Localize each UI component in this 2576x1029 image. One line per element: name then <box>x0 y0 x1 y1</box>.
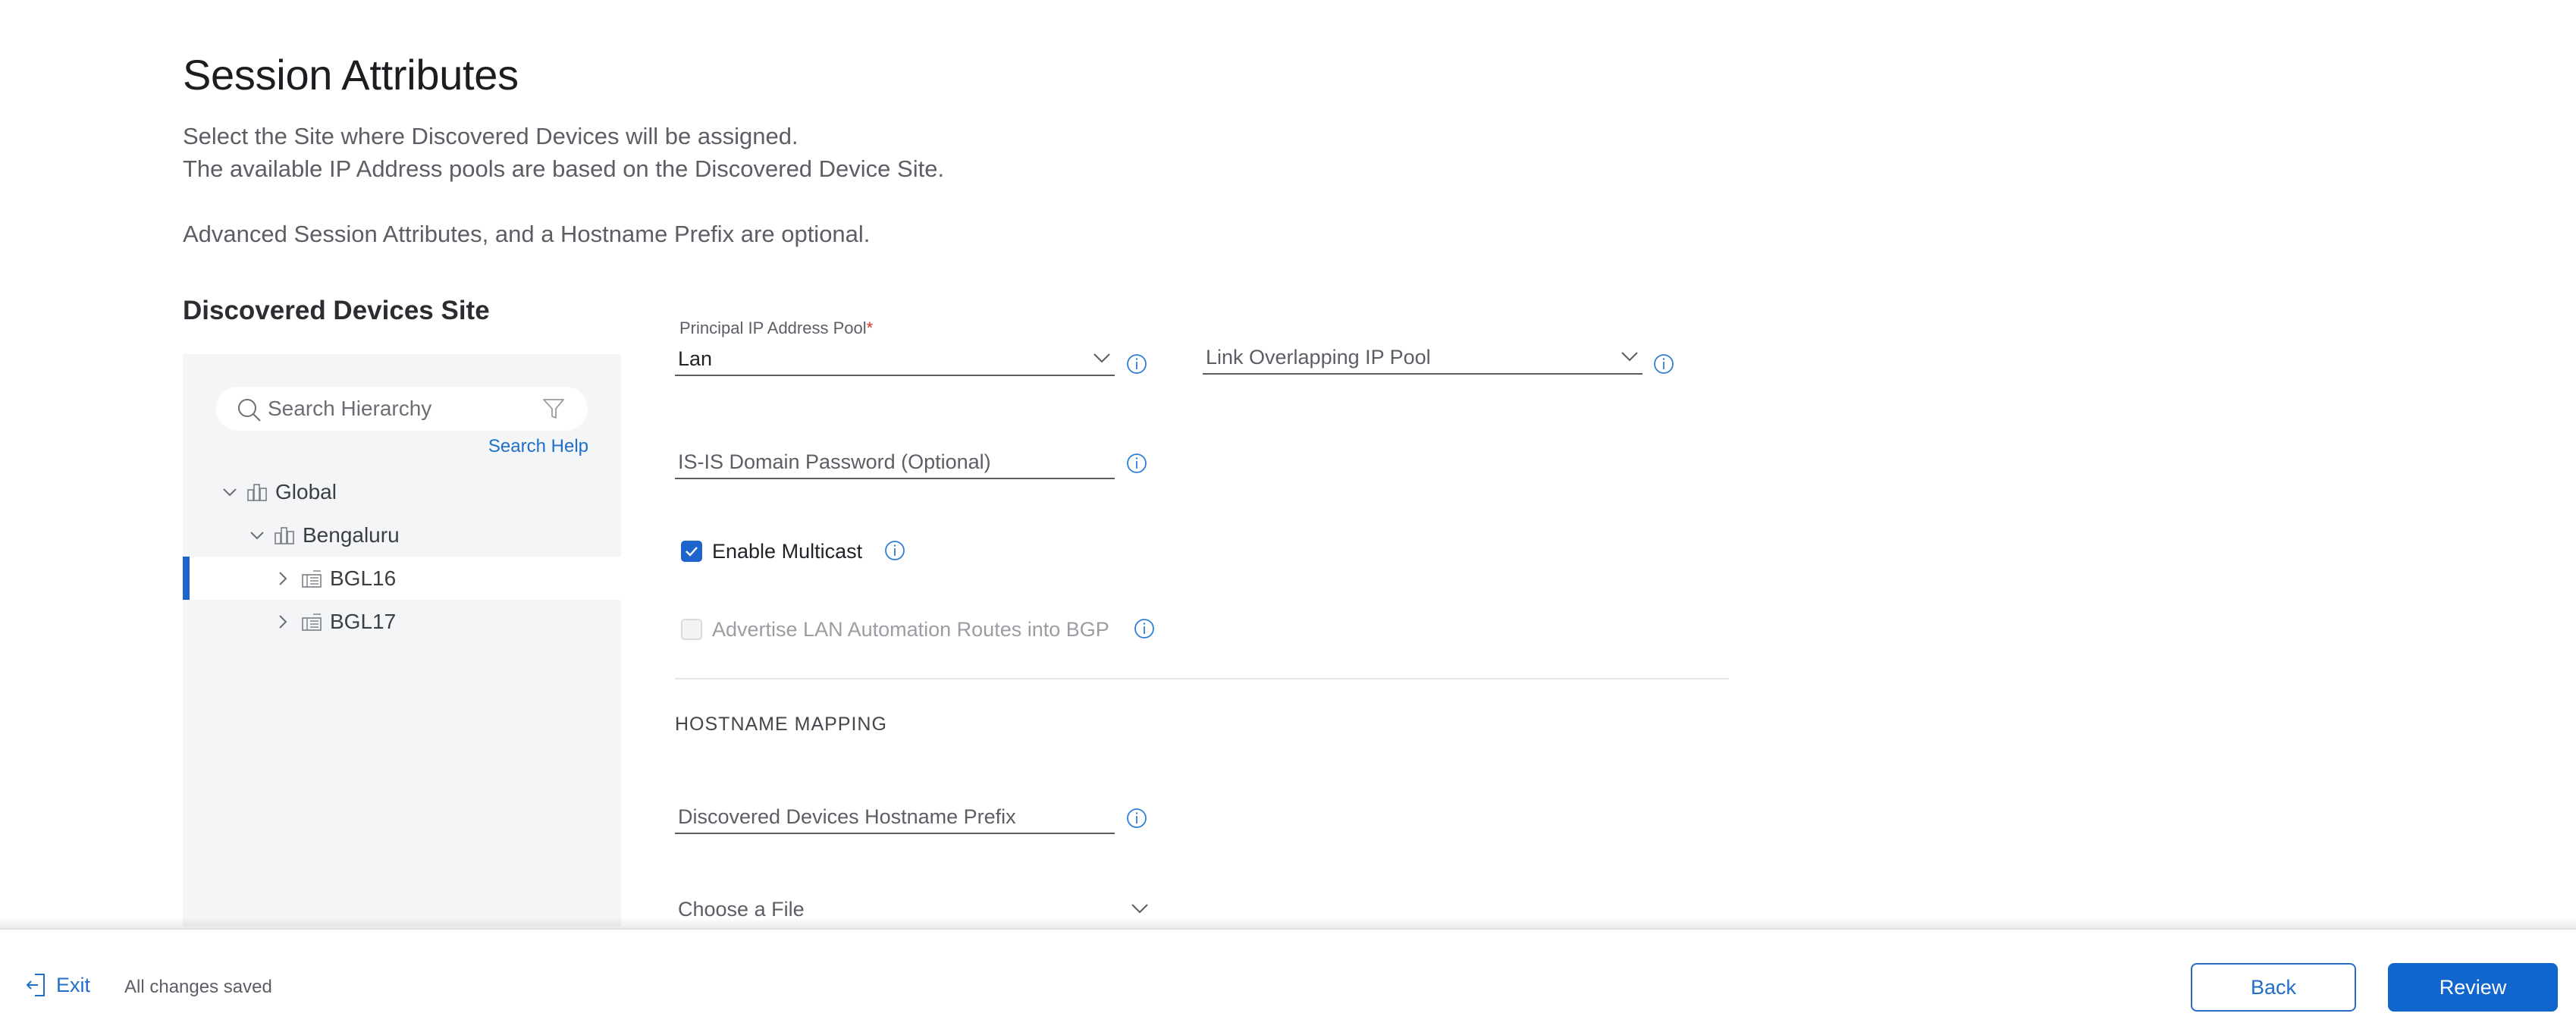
tree-item-label: BGL16 <box>330 566 397 590</box>
exit-label: Exit <box>56 973 91 996</box>
tree-item-label: Bengaluru <box>303 522 400 547</box>
tree-item-bengaluru[interactable]: Bengaluru <box>183 513 621 557</box>
isis-password-field[interactable]: IS-IS Domain Password (Optional) <box>675 450 1115 479</box>
page-description-line: The available IP Address pools are based… <box>183 155 945 182</box>
tree-item-global[interactable]: Global <box>183 470 621 513</box>
tree-item-label: Global <box>275 479 337 504</box>
building-icon <box>302 569 322 588</box>
area-icon <box>275 526 294 544</box>
principal-pool-select[interactable]: Lan <box>675 347 1115 376</box>
hostname-prefix-placeholder: Discovered Devices Hostname Prefix <box>678 805 1016 828</box>
enable-multicast-checkbox[interactable] <box>681 541 702 562</box>
info-icon[interactable] <box>1134 618 1155 639</box>
exit-icon <box>26 974 45 996</box>
tree-item-label: BGL17 <box>330 609 397 633</box>
search-help-link[interactable]: Search Help <box>488 436 588 457</box>
building-icon <box>302 613 322 631</box>
review-button[interactable]: Review <box>2388 963 2558 1012</box>
chevron-down-icon[interactable] <box>221 483 239 501</box>
search-hierarchy-box <box>216 387 588 431</box>
info-icon[interactable] <box>1126 453 1147 474</box>
tree-item-bgl16[interactable]: BGL16 <box>183 557 621 600</box>
section-divider <box>675 678 1729 679</box>
tree-item-bgl17[interactable]: BGL17 <box>183 600 621 643</box>
advertise-bgp-checkbox[interactable] <box>681 619 702 640</box>
isis-password-placeholder: IS-IS Domain Password (Optional) <box>678 450 991 473</box>
chevron-down-icon <box>1131 904 1148 914</box>
enable-multicast-label: Enable Multicast <box>712 540 863 563</box>
filter-icon[interactable] <box>542 397 565 421</box>
checkmark-icon <box>686 547 698 557</box>
principal-pool-label-text: Principal IP Address Pool <box>679 318 867 337</box>
chevron-right-icon[interactable] <box>274 569 292 588</box>
info-icon[interactable] <box>884 540 905 561</box>
search-hierarchy-input[interactable] <box>268 387 526 431</box>
back-button[interactable]: Back <box>2191 963 2356 1012</box>
advertise-bgp-label: Advertise LAN Automation Routes into BGP <box>712 618 1109 641</box>
page-title: Session Attributes <box>183 51 519 99</box>
site-hierarchy-panel: Search Help Global Bengaluru <box>183 354 621 927</box>
area-icon <box>247 483 267 501</box>
info-icon[interactable] <box>1126 808 1147 829</box>
link-overlapping-pool-select[interactable]: Link Overlapping IP Pool <box>1203 346 1643 375</box>
search-icon <box>238 399 261 422</box>
hostname-prefix-field[interactable]: Discovered Devices Hostname Prefix <box>675 805 1115 834</box>
chevron-down-icon[interactable] <box>248 526 266 544</box>
page-description-line: Advanced Session Attributes, and a Hostn… <box>183 221 871 247</box>
info-icon[interactable] <box>1126 353 1147 375</box>
exit-button[interactable]: Exit <box>26 970 90 1000</box>
link-overlapping-pool-placeholder: Link Overlapping IP Pool <box>1206 346 1431 369</box>
chevron-right-icon[interactable] <box>274 613 292 631</box>
save-status: All changes saved <box>124 977 272 997</box>
wizard-footer: Exit All changes saved Back Review <box>0 928 2576 1029</box>
hostname-mapping-heading: HOSTNAME MAPPING <box>675 714 887 735</box>
info-icon[interactable] <box>1653 353 1674 375</box>
required-mark: * <box>866 318 874 337</box>
chevron-down-icon <box>1621 352 1638 362</box>
session-attributes-page: Session Attributes Select the Site where… <box>0 0 2576 1029</box>
site-panel-title: Discovered Devices Site <box>183 296 490 325</box>
chevron-down-icon <box>1093 353 1110 363</box>
principal-pool-value: Lan <box>678 347 713 370</box>
principal-pool-label: Principal IP Address Pool* <box>679 318 873 338</box>
page-description-line: Select the Site where Discovered Devices… <box>183 123 799 149</box>
